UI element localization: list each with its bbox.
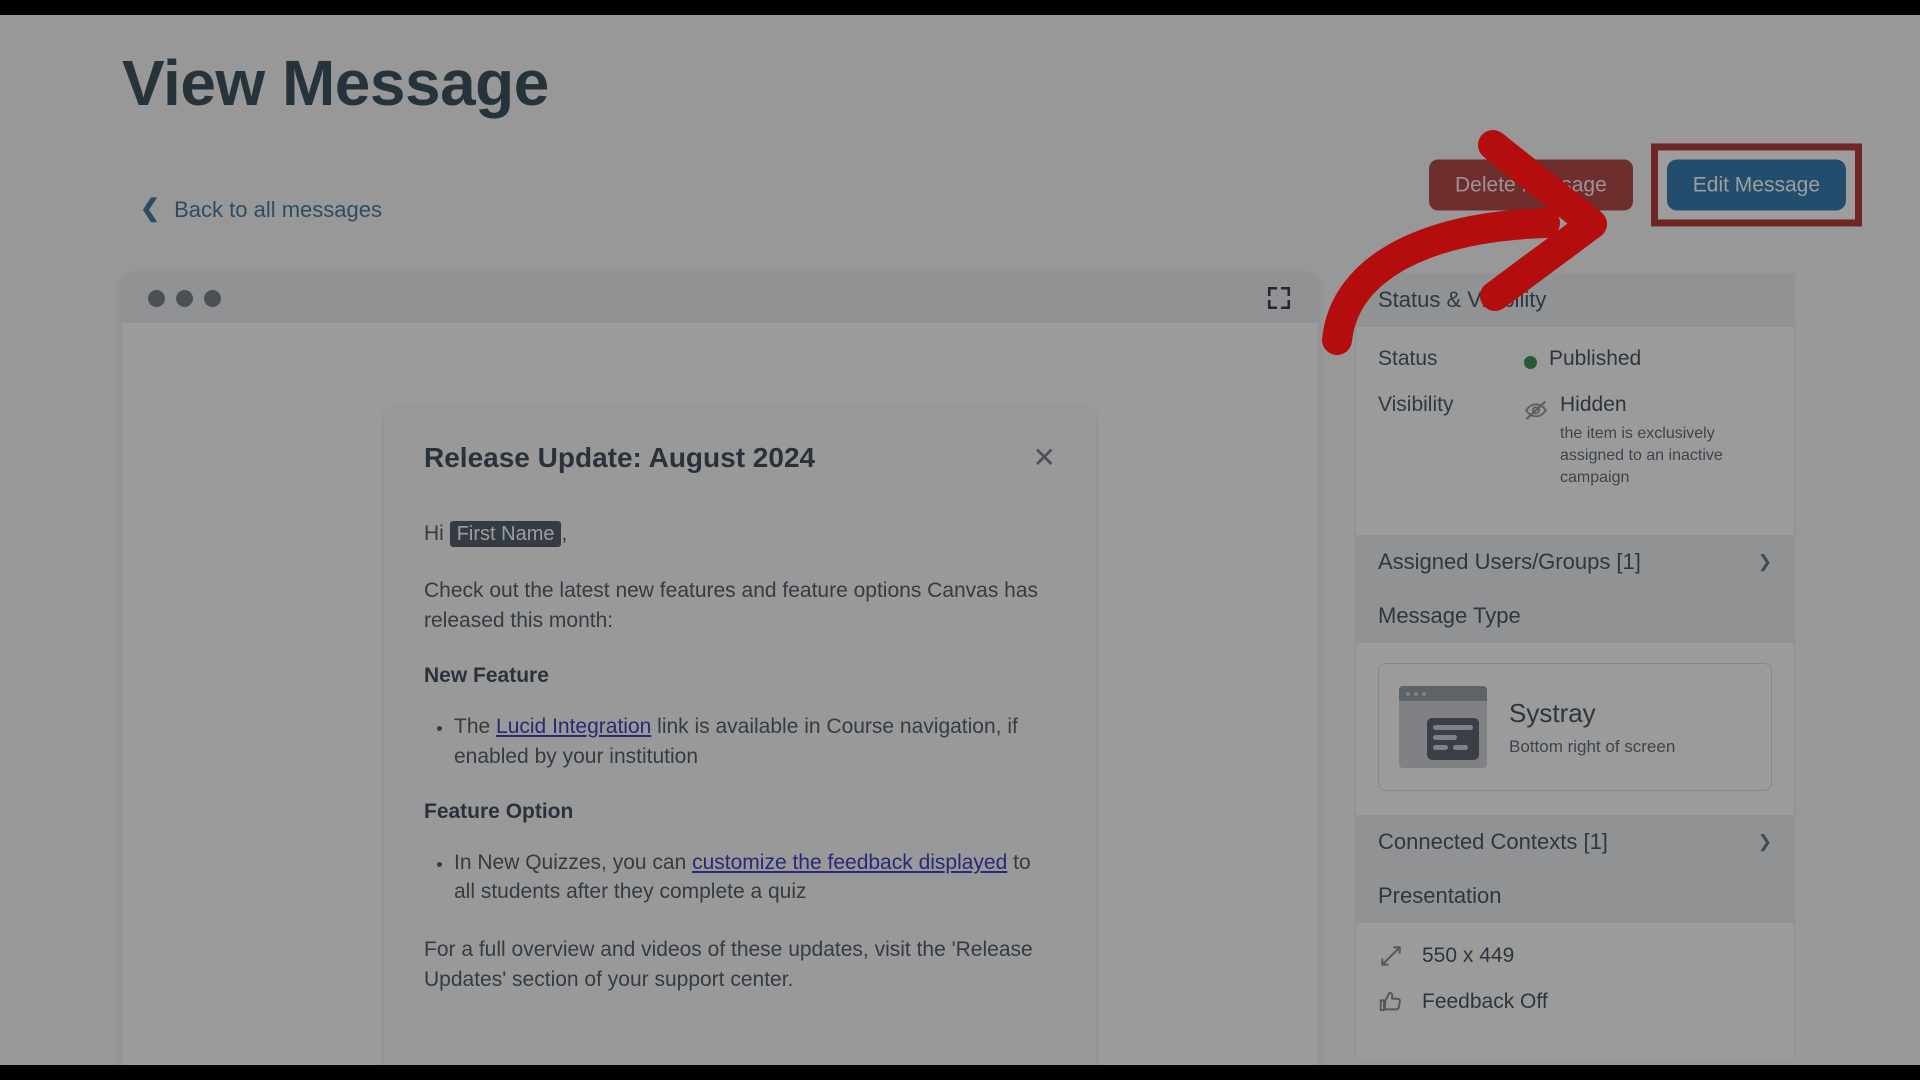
letterbox-bottom-bar — [0, 1065, 1920, 1080]
eye-off-icon — [1525, 401, 1547, 420]
lucid-integration-link[interactable]: Lucid Integration — [496, 715, 651, 738]
section-title: Presentation — [1378, 883, 1502, 909]
status-dot-icon — [1524, 356, 1537, 369]
message-greeting: Hi First Name, — [424, 519, 1056, 549]
section-header-message-type: Message Type — [1356, 589, 1794, 644]
visibility-value-group: Hidden the item is exclusively assigned … — [1524, 393, 1745, 489]
status-badge: Published — [1549, 347, 1642, 370]
message-type-text: Systray Bottom right of screen — [1509, 698, 1675, 757]
expand-icon[interactable] — [1266, 285, 1292, 311]
chevron-down-icon[interactable]: ❯ — [1758, 832, 1772, 852]
action-bar: Delete Message Edit Message — [1429, 143, 1862, 227]
visibility-label: Visibility — [1378, 393, 1454, 416]
thumbs-up-icon — [1379, 992, 1401, 1012]
presentation-size-value: 550 x 449 — [1422, 944, 1515, 968]
visibility-badge: Hidden — [1560, 393, 1627, 416]
edit-message-button[interactable]: Edit Message — [1666, 159, 1846, 211]
message-closing: For a full overview and videos of these … — [424, 938, 1033, 992]
new-feature-list: The Lucid Integration link is available … — [454, 712, 1056, 772]
preview-titlebar — [122, 273, 1318, 323]
message-card-header: Release Update: August 2024 ✕ — [424, 441, 1056, 475]
section-header-connected-contexts[interactable]: Connected Contexts [1] ❯ — [1356, 815, 1794, 870]
back-to-all-messages-link[interactable]: ❮ Back to all messages — [140, 197, 382, 223]
resize-icon — [1381, 946, 1401, 966]
message-type-subtitle: Bottom right of screen — [1509, 736, 1676, 756]
bullet-1-pre: The — [454, 715, 497, 739]
message-intro: Check out the latest new features and fe… — [424, 579, 1039, 633]
section-body-message-type: Systray Bottom right of screen — [1356, 643, 1794, 816]
message-type-name: Systray — [1509, 697, 1596, 728]
list-item: In New Quizzes, you can customize the fe… — [454, 848, 1056, 908]
section-title: Message Type — [1378, 603, 1521, 629]
edit-message-highlight: Edit Message — [1650, 143, 1862, 227]
section-title: Status & Visibility — [1378, 287, 1547, 312]
presentation-feedback-value: Feedback Off — [1422, 990, 1548, 1014]
app-viewport: View Message ❮ Back to all messages Dele… — [0, 15, 1920, 1065]
details-sidebar: Status & Visibility Status Published Vis… — [1355, 273, 1795, 1060]
message-type-card[interactable]: Systray Bottom right of screen — [1378, 663, 1772, 792]
back-link-label: Back to all messages — [174, 197, 382, 222]
section-title: Connected Contexts [1] — [1378, 829, 1608, 855]
message-card: Release Update: August 2024 ✕ Hi First N… — [384, 407, 1096, 1065]
list-item: The Lucid Integration link is available … — [454, 712, 1056, 772]
systray-thumbnail-icon — [1399, 686, 1487, 769]
greeting-prefix: Hi — [424, 521, 444, 545]
bullet-2-pre: In New Quizzes, you can — [454, 850, 693, 874]
chevron-down-icon[interactable]: ❯ — [1758, 552, 1772, 572]
page-title: View Message — [122, 47, 549, 119]
feature-option-list: In New Quizzes, you can customize the fe… — [454, 848, 1056, 908]
letterbox-top-bar — [0, 0, 1920, 15]
status-label: Status — [1378, 347, 1438, 370]
section-header-presentation: Presentation — [1356, 869, 1794, 924]
visibility-value: Hidden the item is exclusively assigned … — [1560, 393, 1745, 489]
delete-message-button[interactable]: Delete Message — [1429, 159, 1633, 211]
presentation-feedback-row: Feedback Off — [1378, 989, 1772, 1015]
section-title: Assigned Users/Groups [1] — [1378, 549, 1641, 575]
customize-feedback-link[interactable]: customize the feedback displayed — [692, 851, 1007, 874]
merge-tag-first-name: First Name — [449, 520, 562, 547]
visibility-row: Visibility Hidden the item is exclusivel… — [1378, 393, 1772, 489]
message-title: Release Update: August 2024 — [424, 442, 816, 473]
section-body-presentation: 550 x 449 Feedback Off — [1356, 923, 1794, 1060]
preview-canvas: Release Update: August 2024 ✕ Hi First N… — [122, 323, 1318, 1065]
section-header-assigned-users[interactable]: Assigned Users/Groups [1] ❯ — [1356, 535, 1794, 590]
visibility-note: the item is exclusively assigned to an i… — [1560, 425, 1723, 487]
section-header-status-visibility: Status & Visibility — [1356, 273, 1794, 327]
message-preview-panel: Release Update: August 2024 ✕ Hi First N… — [122, 273, 1318, 1065]
status-value-group: Published — [1524, 347, 1641, 371]
presentation-size-row: 550 x 449 — [1378, 943, 1772, 969]
section-heading-new-feature: New Feature — [424, 664, 549, 688]
close-icon[interactable]: ✕ — [1033, 444, 1056, 472]
window-dots-icon — [148, 289, 221, 307]
section-heading-feature-option: Feature Option — [424, 799, 574, 823]
chevron-left-icon: ❮ — [140, 195, 161, 222]
greeting-suffix: , — [561, 521, 568, 545]
status-row: Status Published — [1378, 347, 1772, 371]
section-body-status-visibility: Status Published Visibility Hidden the i… — [1356, 327, 1794, 536]
message-body: Hi First Name, Check out the latest new … — [424, 519, 1056, 995]
